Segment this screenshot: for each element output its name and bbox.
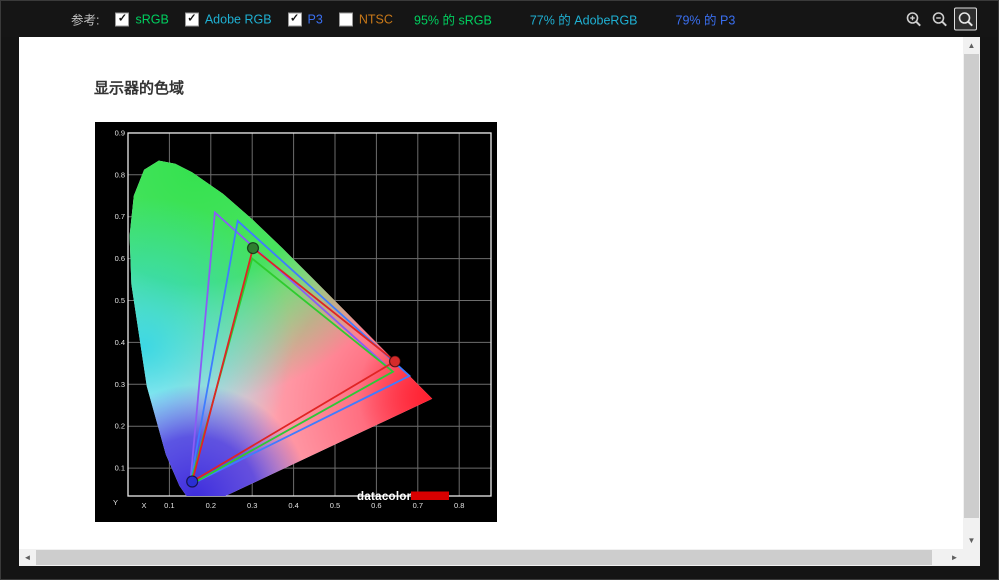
checkbox-adobergb-label: Adobe RGB bbox=[204, 12, 272, 26]
page-title: 显示器的色域 bbox=[94, 80, 185, 97]
gamut-coverage-stats: 95% 的 sRGB 77% 的 AdobeRGB 79% 的 P3 bbox=[414, 10, 735, 29]
svg-text:0.6: 0.6 bbox=[115, 254, 125, 263]
vertical-scrollbar[interactable] bbox=[963, 37, 980, 549]
svg-text:0.7: 0.7 bbox=[115, 212, 125, 221]
scroll-up-button[interactable] bbox=[963, 37, 980, 54]
svg-text:0.4: 0.4 bbox=[288, 501, 298, 510]
svg-text:0.2: 0.2 bbox=[206, 501, 216, 510]
datacolor-logo-bar bbox=[411, 491, 449, 500]
magnifier-icon bbox=[958, 11, 973, 26]
svg-text:0.8: 0.8 bbox=[454, 501, 464, 510]
reference-label: 参考: bbox=[71, 13, 100, 28]
svg-text:0.5: 0.5 bbox=[115, 296, 125, 305]
gamut-chart-svg: 0.1 0.2 0.3 0.4 0.5 0.6 0.7 0.8 0.9 0.1 0.2 0.3 0.4 0… bbox=[95, 122, 497, 522]
checkbox-srgb-label: sRGB bbox=[135, 12, 169, 26]
primary-dot-red bbox=[388, 355, 402, 368]
svg-text:0.4: 0.4 bbox=[115, 338, 125, 347]
zoom-in-icon bbox=[906, 11, 921, 26]
checkbox-ntsc-box[interactable] bbox=[338, 12, 353, 26]
svg-text:0.8: 0.8 bbox=[115, 170, 125, 179]
checkbox-srgb[interactable]: sRGB bbox=[115, 12, 169, 26]
datacolor-logo-text: datacolor bbox=[357, 491, 412, 503]
primary-dot-blue bbox=[186, 475, 199, 488]
report-panel: 显示器的色域 0.1 0.2 0.3 0.4 0.5 0.6 0.7 0.8 0… bbox=[19, 37, 980, 566]
horizontal-scrollbar-thumb[interactable] bbox=[36, 550, 932, 565]
stat-p3-coverage: 79% 的 P3 bbox=[675, 13, 736, 28]
checkbox-p3[interactable]: P3 bbox=[287, 12, 323, 26]
svg-text:0.7: 0.7 bbox=[413, 501, 423, 510]
report-content: 显示器的色域 0.1 0.2 0.3 0.4 0.5 0.6 0.7 0.8 0… bbox=[19, 37, 963, 549]
scroll-right-button[interactable] bbox=[946, 549, 963, 566]
svg-text:0.1: 0.1 bbox=[115, 464, 125, 473]
zoom-controls bbox=[902, 7, 977, 31]
scroll-down-button[interactable] bbox=[963, 532, 980, 549]
checkbox-ntsc[interactable]: NTSC bbox=[338, 12, 393, 26]
checkbox-p3-label: P3 bbox=[307, 12, 323, 26]
horizontal-scrollbar[interactable] bbox=[19, 549, 963, 566]
svg-text:0.5: 0.5 bbox=[330, 501, 340, 510]
svg-text:0.2: 0.2 bbox=[115, 422, 125, 431]
checkbox-ntsc-label: NTSC bbox=[358, 12, 393, 26]
stat-adobergb-coverage: 77% 的 AdobeRGB bbox=[529, 13, 638, 28]
stat-srgb-coverage: 95% 的 sRGB bbox=[414, 13, 492, 28]
reference-group: 参考: sRGB Adobe RGB P3 NTSC bbox=[71, 10, 393, 29]
svg-text:0.3: 0.3 bbox=[247, 501, 257, 510]
svg-text:0.9: 0.9 bbox=[115, 128, 125, 137]
primary-dot-green bbox=[246, 241, 260, 255]
zoom-fit-button[interactable] bbox=[954, 7, 977, 31]
zoom-out-button[interactable] bbox=[928, 8, 951, 31]
checkbox-adobergb[interactable]: Adobe RGB bbox=[184, 12, 272, 26]
checkbox-srgb-box[interactable] bbox=[115, 12, 130, 26]
gamut-chart-image: 0.1 0.2 0.3 0.4 0.5 0.6 0.7 0.8 0.9 0.1 0.2 0.3 0.4 0… bbox=[95, 122, 497, 522]
checkbox-adobergb-box[interactable] bbox=[184, 12, 199, 26]
svg-text:0.1: 0.1 bbox=[164, 501, 174, 510]
svg-text:X: X bbox=[141, 501, 146, 510]
zoom-out-icon bbox=[932, 11, 947, 26]
checkbox-p3-box[interactable] bbox=[287, 12, 302, 26]
vertical-scrollbar-thumb[interactable] bbox=[964, 54, 979, 518]
svg-text:0.3: 0.3 bbox=[115, 380, 125, 389]
zoom-in-button[interactable] bbox=[902, 8, 925, 31]
svg-text:Y: Y bbox=[113, 498, 118, 507]
toolbar: 参考: sRGB Adobe RGB P3 NTSC 95% 的 sRGB 77… bbox=[1, 1, 998, 37]
scroll-left-button[interactable] bbox=[19, 549, 36, 566]
scrollbar-corner bbox=[963, 549, 980, 566]
